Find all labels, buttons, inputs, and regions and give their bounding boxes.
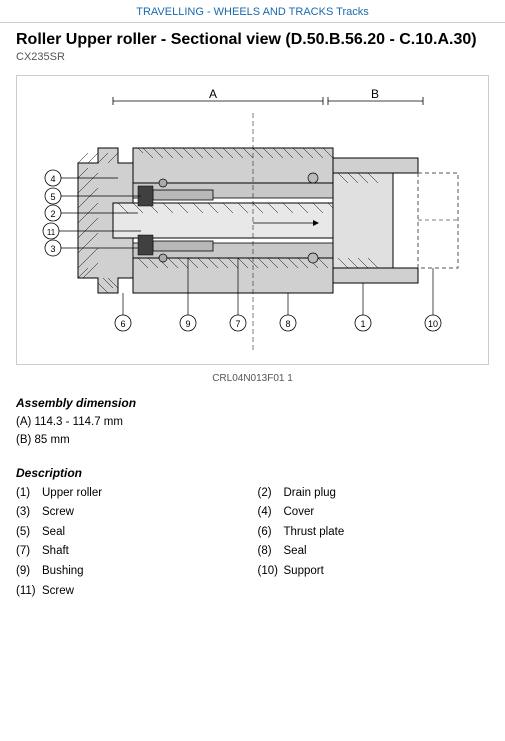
svg-text:4: 4 [50,174,55,184]
description-title: Description [16,466,489,480]
svg-text:1: 1 [360,319,365,329]
svg-text:5: 5 [50,192,55,202]
image-reference: CRL04N013F01 1 [0,373,505,384]
item-label-1: Upper roller [42,484,102,504]
item-num-1: (1) [16,484,42,504]
item-num-4: (4) [258,503,284,523]
item-num-7: (7) [16,542,42,562]
assembly-dimension-section: Assembly dimension (A) 114.3 - 114.7 mm … [0,392,505,454]
item-label-10: Support [284,562,324,582]
svg-text:7: 7 [235,319,240,329]
list-item: (6) Thrust plate [258,523,490,543]
item-label-8: Seal [284,542,307,562]
diagram-area: A B [16,75,489,365]
item-label-6: Thrust plate [284,523,345,543]
item-label-11: Screw [42,582,74,602]
item-num-2: (2) [258,484,284,504]
item-label-2: Drain plug [284,484,336,504]
desc-right-col: (2) Drain plug (4) Cover (6) Thrust plat… [258,484,490,601]
list-item: (9) Bushing [16,562,248,582]
list-item: (7) Shaft [16,542,248,562]
svg-text:3: 3 [50,244,55,254]
list-item: (1) Upper roller [16,484,248,504]
assembly-dimension-title: Assembly dimension [16,396,489,410]
svg-text:9: 9 [185,319,190,329]
svg-text:10: 10 [427,319,437,329]
item-num-10: (10) [258,562,284,582]
list-item: (4) Cover [258,503,490,523]
list-item: (3) Screw [16,503,248,523]
dimension-a: (A) 114.3 - 114.7 mm [16,413,489,431]
item-num-6: (6) [258,523,284,543]
page-title: Roller Upper roller - Sectional view (D.… [0,23,505,51]
svg-text:A: A [208,87,216,101]
svg-text:11: 11 [46,228,55,237]
item-num-3: (3) [16,503,42,523]
list-item: (5) Seal [16,523,248,543]
svg-text:B: B [370,87,378,101]
desc-left-col: (1) Upper roller (3) Screw (5) Seal (7) … [16,484,248,601]
item-num-5: (5) [16,523,42,543]
item-label-5: Seal [42,523,65,543]
description-grid: (1) Upper roller (3) Screw (5) Seal (7) … [16,484,489,601]
item-num-11: (11) [16,582,42,602]
item-num-8: (8) [258,542,284,562]
breadcrumb: TRAVELLING - WHEELS AND TRACKS Tracks [0,0,505,23]
item-label-7: Shaft [42,542,69,562]
item-num-9: (9) [16,562,42,582]
list-item: (2) Drain plug [258,484,490,504]
list-item: (11) Screw [16,582,248,602]
subtitle: CX235SR [0,51,505,67]
item-label-9: Bushing [42,562,84,582]
list-item: (8) Seal [258,542,490,562]
svg-text:6: 6 [120,319,125,329]
svg-text:8: 8 [285,319,290,329]
assembly-dimensions: (A) 114.3 - 114.7 mm (B) 85 mm [16,413,489,450]
list-item: (10) Support [258,562,490,582]
technical-diagram: A B [23,83,483,358]
item-label-3: Screw [42,503,74,523]
description-section: Description (1) Upper roller (3) Screw (… [0,454,505,605]
item-label-4: Cover [284,503,315,523]
dimension-b: (B) 85 mm [16,431,489,449]
svg-text:2: 2 [50,209,55,219]
